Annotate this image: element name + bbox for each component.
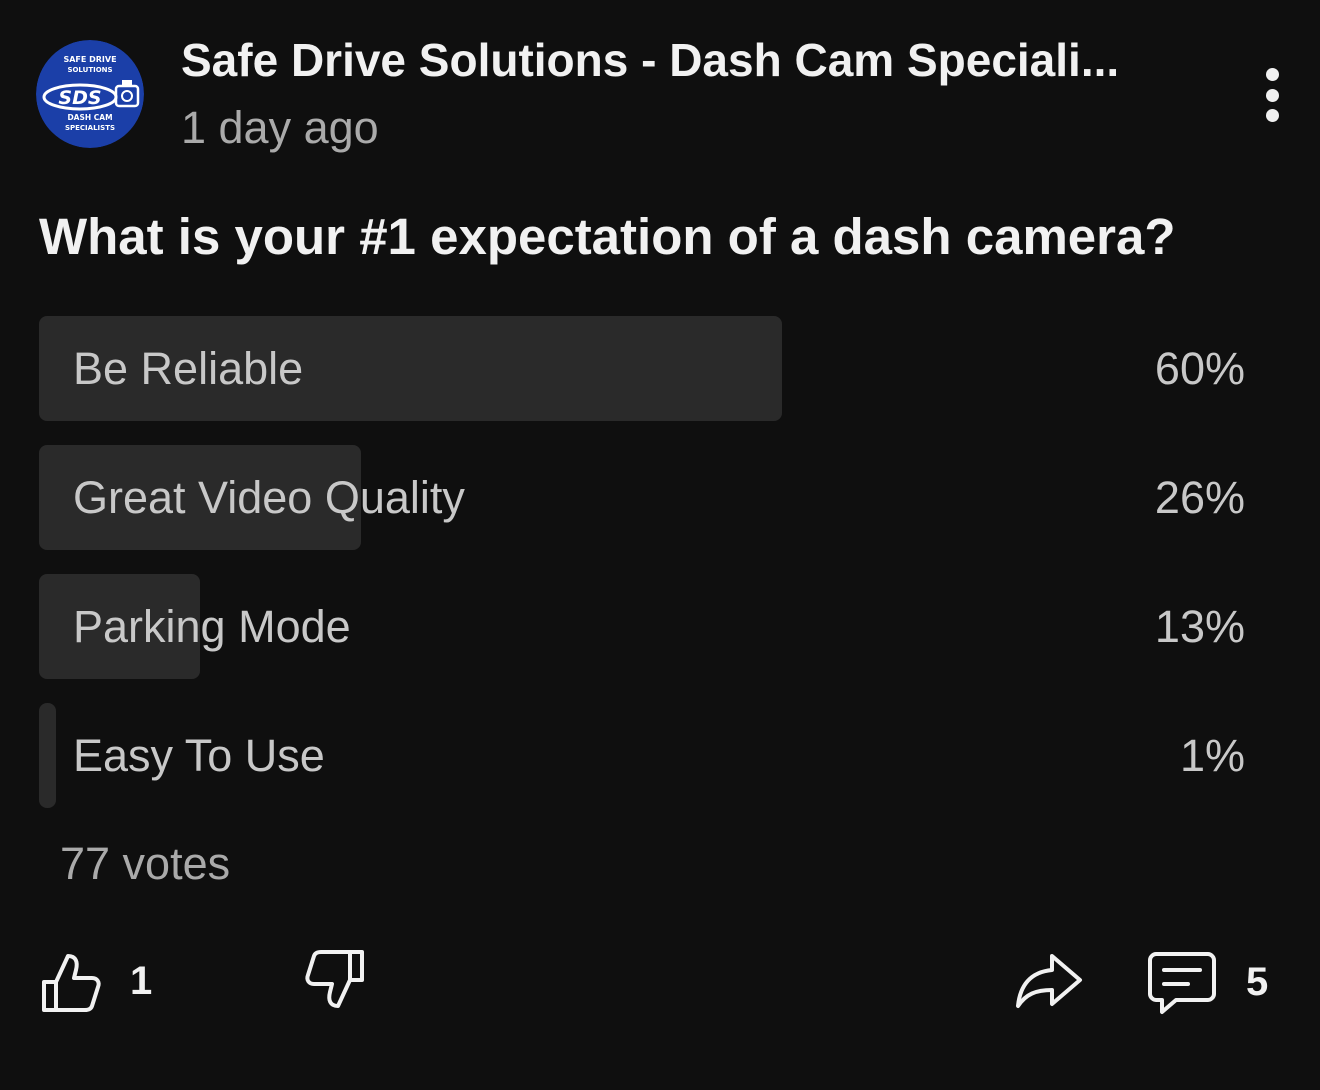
dislike-button[interactable] bbox=[302, 948, 368, 1014]
more-vertical-icon bbox=[1265, 68, 1279, 81]
poll-option-percent: 60% bbox=[1154, 343, 1245, 394]
comment-icon bbox=[1148, 952, 1216, 1014]
poll-option-be-reliable[interactable]: Be Reliable 60% bbox=[39, 316, 1259, 421]
poll-question: What is your #1 expectation of a dash ca… bbox=[39, 208, 1176, 265]
poll-option-label: Be Reliable bbox=[73, 343, 304, 394]
thumbs-up-icon bbox=[42, 954, 101, 1012]
poll-option-parking-mode[interactable]: Parking Mode 13% bbox=[39, 574, 1259, 679]
share-icon bbox=[1016, 954, 1082, 1008]
logo-line4: SPECIALISTS bbox=[65, 124, 115, 132]
post-timestamp: 1 day ago bbox=[181, 102, 379, 153]
comment-count: 5 bbox=[1246, 959, 1269, 1004]
poll-option-label: Great Video Quality bbox=[73, 472, 465, 523]
poll-vote-count: 77 votes bbox=[60, 838, 231, 889]
poll-option-easy-to-use[interactable]: Easy To Use 1% bbox=[39, 703, 1259, 808]
poll-option-label: Easy To Use bbox=[73, 730, 325, 781]
like-button[interactable]: 1 bbox=[38, 948, 152, 1014]
logo-line1: SAFE DRIVE bbox=[63, 55, 116, 64]
like-count: 1 bbox=[130, 958, 153, 1003]
sds-logo: SAFE DRIVE SOLUTIONS SDS DASH CAM SPECIA… bbox=[36, 40, 144, 148]
logo-line2: SOLUTIONS bbox=[67, 66, 112, 74]
poll-option-percent: 26% bbox=[1154, 472, 1245, 523]
comments-button[interactable]: 5 bbox=[1146, 948, 1268, 1016]
logo-line3: DASH CAM bbox=[67, 113, 112, 122]
poll-option-percent: 13% bbox=[1154, 601, 1245, 652]
logo-monogram: SDS bbox=[58, 87, 101, 109]
channel-name[interactable]: Safe Drive Solutions - Dash Cam Speciali… bbox=[181, 32, 1211, 88]
poll-option-great-video-quality[interactable]: Great Video Quality 26% bbox=[39, 445, 1259, 550]
poll-option-label: Parking Mode bbox=[73, 601, 351, 652]
poll-option-percent: 1% bbox=[1179, 730, 1245, 781]
channel-avatar[interactable]: SAFE DRIVE SOLUTIONS SDS DASH CAM SPECIA… bbox=[36, 40, 144, 148]
thumbs-down-icon bbox=[305, 950, 364, 1008]
share-button[interactable] bbox=[1012, 948, 1084, 1014]
poll-options: Be Reliable 60% Great Video Quality 26% … bbox=[39, 316, 1259, 832]
more-options-button[interactable] bbox=[1248, 62, 1296, 128]
poll-result-bar bbox=[39, 703, 56, 808]
